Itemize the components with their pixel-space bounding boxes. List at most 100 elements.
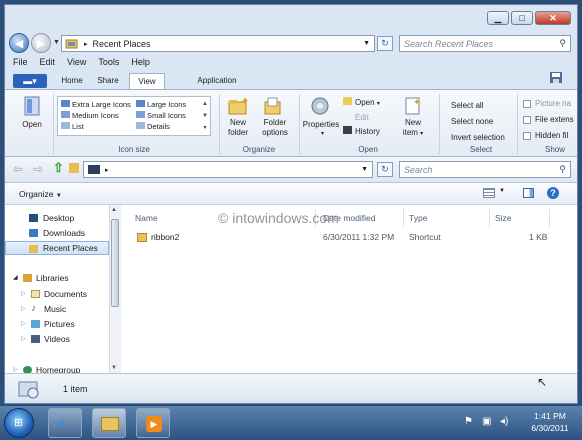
back-arrow-icon[interactable]: ⇦ bbox=[13, 162, 23, 176]
scroll-thumb[interactable] bbox=[111, 219, 119, 307]
tab-home[interactable]: Home bbox=[57, 73, 87, 89]
folder-options-button[interactable]: Folder options bbox=[257, 118, 293, 138]
refresh-button[interactable]: ↻ bbox=[377, 36, 393, 51]
nav-item-downloads[interactable]: Downloads bbox=[5, 226, 109, 240]
new-folder-icon[interactable]: ✦ bbox=[227, 96, 249, 118]
menu-help[interactable]: Help bbox=[131, 57, 150, 67]
file-menu-icon: ▬▾ bbox=[23, 75, 37, 86]
view-dropdown-icon[interactable]: ▼ bbox=[499, 188, 505, 194]
select-all-button[interactable]: Select all bbox=[451, 98, 505, 114]
secondary-address-dropdown-icon[interactable]: ▼ bbox=[361, 166, 368, 173]
history-small-button[interactable]: History bbox=[343, 125, 380, 139]
network-icon[interactable]: ▣ bbox=[482, 416, 491, 427]
address-path[interactable]: Recent Places bbox=[93, 39, 151, 49]
nav-item-desktop[interactable]: Desktop bbox=[5, 211, 109, 225]
expand-arrow-icon[interactable]: ◢ bbox=[13, 271, 18, 285]
properties-button[interactable]: Properties bbox=[301, 120, 341, 130]
tab-application[interactable]: Application bbox=[189, 73, 245, 89]
new-folder-button[interactable]: New folder bbox=[221, 118, 255, 138]
edit-small-button[interactable]: Edit bbox=[343, 111, 380, 125]
layout-list[interactable]: List bbox=[61, 121, 131, 132]
hidden-files-checkbox[interactable] bbox=[523, 132, 531, 140]
taskbar-clock[interactable]: 1:41 PM 6/30/2011 bbox=[528, 410, 572, 434]
secondary-refresh-button[interactable]: ↻ bbox=[377, 162, 393, 177]
table-row[interactable]: ribbon2 6/30/2011 1:32 PM Shortcut 1 KB bbox=[123, 231, 575, 245]
change-view-icon[interactable] bbox=[483, 188, 495, 198]
collapse-arrow-icon[interactable]: ▷ bbox=[21, 332, 26, 346]
maximize-button[interactable]: □ bbox=[511, 11, 533, 25]
chevron-down-icon: ▼ bbox=[55, 193, 62, 199]
collapse-arrow-icon[interactable]: ▷ bbox=[21, 302, 26, 316]
layout-medium-icons[interactable]: Medium Icons bbox=[61, 110, 131, 121]
menu-tools[interactable]: Tools bbox=[98, 57, 119, 67]
edit-icon bbox=[343, 112, 352, 120]
column-header-size[interactable]: Size bbox=[495, 213, 512, 223]
secondary-address-bar[interactable]: ▸ ▼ bbox=[83, 161, 373, 178]
volume-icon[interactable]: ◂) bbox=[500, 416, 508, 427]
nav-item-documents[interactable]: ▷ Documents bbox=[5, 287, 109, 301]
nav-item-music[interactable]: ▷ ♪ Music bbox=[5, 302, 109, 316]
new-item-icon[interactable]: ✦ bbox=[403, 96, 423, 118]
forward-button[interactable]: ▶ bbox=[31, 33, 51, 53]
layout-details[interactable]: Details bbox=[136, 121, 186, 132]
nav-item-homegroup[interactable]: ▷ Homegroup bbox=[5, 363, 109, 373]
open-pane-label[interactable]: Open bbox=[15, 120, 49, 130]
layout-large-icons[interactable]: Large Icons bbox=[136, 99, 186, 110]
preview-pane-icon[interactable] bbox=[523, 188, 534, 198]
menu-view[interactable]: View bbox=[67, 57, 86, 67]
secondary-search-box[interactable]: Search ⚲ bbox=[399, 161, 571, 178]
windows-logo-icon: ⊞ bbox=[14, 417, 24, 429]
layout-gallery[interactable]: Extra Large Icons Medium Icons List Larg… bbox=[57, 96, 211, 136]
new-item-button[interactable]: New item ▾ bbox=[395, 118, 431, 139]
gallery-scroll[interactable]: ▲ ▼ ▾ bbox=[201, 98, 209, 134]
back-button[interactable]: ◀ bbox=[9, 33, 29, 53]
organize-button[interactable]: Organize ▼ bbox=[19, 189, 62, 199]
file-extensions-checkbox[interactable] bbox=[523, 116, 531, 124]
invert-selection-button[interactable]: Invert selection bbox=[451, 130, 505, 146]
scroll-up-icon[interactable]: ▲ bbox=[111, 207, 117, 213]
layout-extra-large-icons[interactable]: Extra Large Icons bbox=[61, 99, 131, 110]
taskbar-media-player-button[interactable]: ▶ bbox=[136, 408, 170, 438]
file-tab[interactable]: ▬▾ bbox=[13, 74, 47, 88]
select-none-button[interactable]: Select none bbox=[451, 114, 505, 130]
nav-item-label: Homegroup bbox=[36, 365, 81, 373]
picture-name-checkbox[interactable] bbox=[523, 100, 531, 108]
file-size: 1 KB bbox=[529, 232, 548, 242]
menu-file[interactable]: File bbox=[13, 57, 28, 67]
scroll-down-icon[interactable]: ▼ bbox=[111, 365, 117, 371]
open-pane-icon[interactable] bbox=[23, 96, 41, 118]
layout-label: Extra Large Icons bbox=[72, 100, 131, 109]
forward-arrow-icon[interactable]: ⇨ bbox=[33, 162, 43, 176]
nav-item-libraries[interactable]: ◢ Libraries bbox=[5, 271, 109, 285]
layout-small-icons[interactable]: Small Icons bbox=[136, 110, 186, 121]
tab-share[interactable]: Share bbox=[93, 73, 123, 89]
menu-edit[interactable]: Edit bbox=[40, 57, 56, 67]
collapse-arrow-icon[interactable]: ▷ bbox=[13, 363, 18, 373]
nav-pane-scrollbar[interactable]: ▲ ▼ bbox=[109, 205, 121, 373]
column-header-name[interactable]: Name bbox=[135, 213, 158, 223]
nav-item-recent-places[interactable]: Recent Places bbox=[5, 241, 109, 255]
close-button[interactable]: ✕ bbox=[535, 11, 571, 25]
collapse-arrow-icon[interactable]: ▷ bbox=[21, 287, 26, 301]
folder-up-icon[interactable] bbox=[69, 163, 79, 173]
properties-dropdown-icon[interactable]: ▾ bbox=[321, 130, 324, 137]
nav-item-videos[interactable]: ▷ Videos bbox=[5, 332, 109, 346]
minimize-button[interactable]: ▁ bbox=[487, 11, 509, 25]
address-bar[interactable]: ▸ Recent Places ▼ bbox=[61, 35, 375, 52]
address-dropdown-icon[interactable]: ▼ bbox=[363, 40, 370, 47]
search-box[interactable]: Search Recent Places ⚲ bbox=[399, 35, 571, 52]
flag-icon[interactable]: ⚑ bbox=[464, 416, 473, 427]
collapse-arrow-icon[interactable]: ▷ bbox=[21, 317, 26, 331]
folder-options-icon[interactable] bbox=[263, 96, 283, 118]
taskbar-ie-button[interactable]: e bbox=[48, 408, 82, 438]
nav-item-pictures[interactable]: ▷ Pictures bbox=[5, 317, 109, 331]
tab-view[interactable]: View bbox=[129, 73, 165, 89]
recent-pages-dropdown[interactable]: ▼ bbox=[53, 39, 60, 46]
column-header-type[interactable]: Type bbox=[409, 213, 427, 223]
properties-icon[interactable] bbox=[309, 96, 331, 118]
start-button[interactable]: ⊞ bbox=[4, 408, 34, 438]
taskbar-explorer-button[interactable] bbox=[92, 408, 126, 438]
open-small-button[interactable]: Open ▾ bbox=[343, 96, 380, 111]
help-icon[interactable]: ? bbox=[547, 187, 559, 199]
up-arrow-icon[interactable]: ⇧ bbox=[53, 160, 64, 176]
